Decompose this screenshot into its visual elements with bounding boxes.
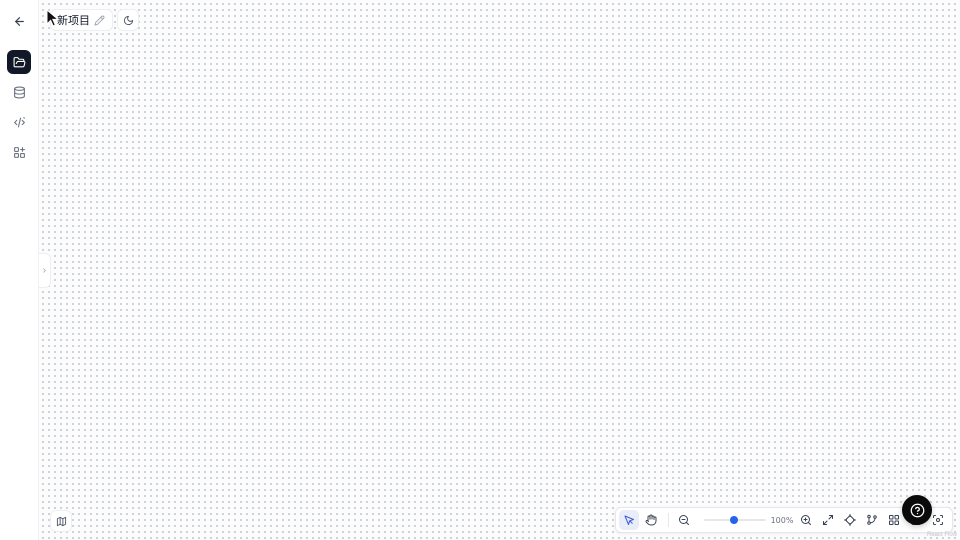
react-flow-attribution[interactable]: React Flow xyxy=(927,532,957,538)
mouse-cursor-icon xyxy=(46,9,60,27)
pan-tool-button[interactable] xyxy=(641,510,661,530)
select-tool-button[interactable] xyxy=(619,510,639,530)
zoom-slider[interactable] xyxy=(704,510,766,530)
fit-view-button[interactable] xyxy=(818,510,838,530)
database-icon xyxy=(13,86,25,98)
sidebar-item-components[interactable] xyxy=(7,140,31,164)
arrow-left-icon xyxy=(14,16,24,26)
zoom-in-icon xyxy=(801,515,811,525)
pencil-icon[interactable] xyxy=(94,15,105,26)
panel-expand-handle[interactable] xyxy=(39,253,51,288)
moon-icon xyxy=(123,15,133,25)
chevron-right-icon xyxy=(43,268,46,273)
sidebar-item-code[interactable] xyxy=(7,110,31,134)
crosshair-icon xyxy=(844,514,856,526)
back-button[interactable] xyxy=(7,9,31,33)
layout-grid-button[interactable] xyxy=(884,510,904,530)
zoom-slider-thumb[interactable] xyxy=(729,516,738,524)
help-circle-icon xyxy=(910,503,924,517)
shapes-icon xyxy=(13,146,25,158)
sidebar-item-projects[interactable] xyxy=(7,50,31,74)
maximize-icon xyxy=(823,515,833,525)
hand-icon xyxy=(645,514,657,526)
minimap-toggle-button[interactable] xyxy=(50,510,72,532)
theme-toggle-button[interactable] xyxy=(117,9,139,31)
zoom-in-button[interactable] xyxy=(796,510,816,530)
zoom-level: 100% xyxy=(770,515,794,525)
pointer-icon xyxy=(624,515,634,525)
help-button[interactable] xyxy=(902,495,932,525)
zoom-out-button[interactable] xyxy=(674,510,694,530)
grid-icon xyxy=(889,515,899,525)
code-icon xyxy=(13,116,25,127)
zoom-out-icon xyxy=(679,515,689,525)
sidebar xyxy=(0,0,39,540)
flow-canvas[interactable] xyxy=(39,0,960,540)
scan-icon xyxy=(933,515,943,525)
git-branch-icon xyxy=(867,514,877,525)
toolbar-divider xyxy=(668,513,669,527)
sidebar-item-database[interactable] xyxy=(7,80,31,104)
map-icon xyxy=(56,516,66,526)
project-name[interactable]: 新项目 xyxy=(57,12,90,28)
folder-open-icon xyxy=(13,56,25,67)
center-view-button[interactable] xyxy=(840,510,860,530)
branch-button[interactable] xyxy=(862,510,882,530)
